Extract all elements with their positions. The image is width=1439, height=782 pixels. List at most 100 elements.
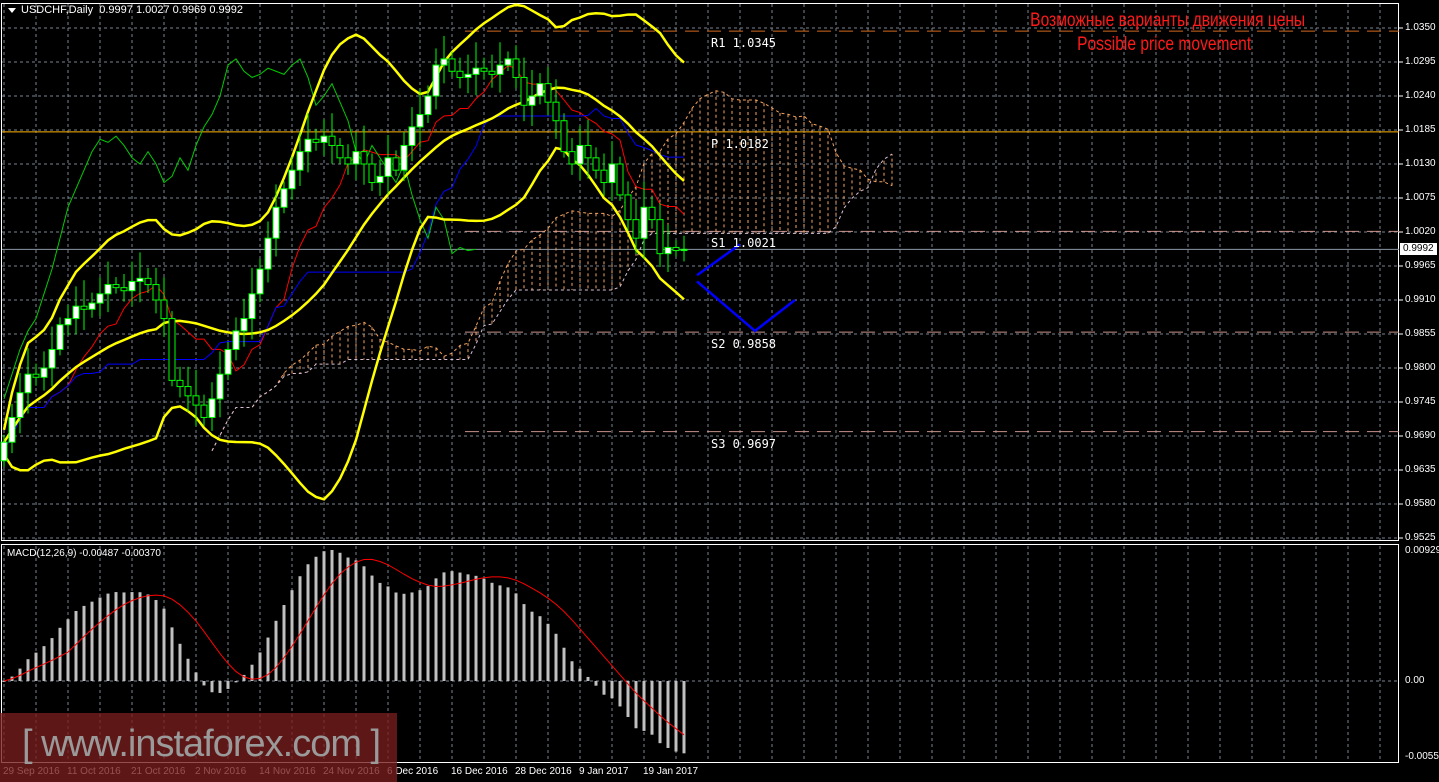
- macd-histogram-bar: [114, 592, 118, 681]
- candle-body: [272, 206, 280, 239]
- date-tick-label: 9 Jan 2017: [579, 766, 629, 777]
- date-tick-label: 16 Dec 2016: [451, 766, 508, 777]
- macd-histogram-bar: [138, 592, 142, 681]
- macd-histogram-bar: [514, 593, 518, 681]
- macd-histogram-bar: [458, 572, 462, 681]
- macd-histogram-bar: [346, 557, 350, 681]
- candle-body: [120, 287, 128, 292]
- candle-body: [440, 58, 448, 66]
- macd-histogram-bar: [26, 659, 30, 681]
- macd-histogram-bar: [394, 592, 398, 681]
- macd-histogram-bar: [66, 619, 70, 681]
- macd-histogram-bar: [106, 593, 110, 681]
- annotation-ru: Возможные варианты движения цены: [1030, 10, 1306, 31]
- chart-header: USDCHF,Daily 0.9997 1.0027 0.9969 0.9992: [8, 4, 243, 16]
- candle-body: [88, 302, 96, 310]
- candle-body: [520, 76, 528, 106]
- watermark: [ www.instaforex.com ]: [0, 713, 397, 782]
- macd-histogram-bar: [410, 592, 414, 681]
- pivot-label: S3 0.9697: [711, 436, 777, 451]
- price-tick-label: 1.0350: [1405, 22, 1436, 33]
- candle-body: [408, 126, 416, 146]
- candle-body: [552, 101, 560, 122]
- macd-histogram-bar: [434, 578, 438, 681]
- pivot-label: R1 1.0345: [711, 36, 777, 51]
- senkou-span-a: [211, 90, 893, 451]
- macd-histogram-bar: [522, 604, 526, 681]
- macd-histogram-bar: [186, 658, 190, 681]
- candle-body: [392, 157, 400, 171]
- macd-histogram-bar: [178, 643, 182, 681]
- macd-histogram-bar: [162, 608, 166, 681]
- candle-body: [456, 70, 464, 78]
- chart-canvas[interactable]: [0, 0, 1439, 782]
- macd-histogram-bar: [530, 611, 534, 681]
- candle-body: [664, 246, 672, 255]
- date-tick-label: 28 Dec 2016: [515, 766, 572, 777]
- dropdown-triangle-icon[interactable]: [8, 7, 16, 13]
- macd-histogram-bar: [130, 592, 134, 681]
- candle-body: [576, 144, 584, 165]
- macd-histogram-bar: [482, 578, 486, 681]
- macd-histogram-bar: [474, 575, 478, 681]
- candle-body: [504, 58, 512, 66]
- macd-histogram-bar: [682, 681, 686, 754]
- candle-body: [280, 188, 288, 208]
- macd-histogram-bar: [578, 668, 582, 681]
- candle-body: [472, 67, 480, 75]
- candle-body: [512, 58, 520, 78]
- candle-body: [216, 373, 224, 400]
- candle-body: [112, 284, 120, 289]
- date-tick-label: 19 Jan 2017: [643, 766, 699, 777]
- candle-body: [608, 163, 616, 184]
- candle-body: [296, 151, 304, 171]
- candle-body: [528, 95, 536, 106]
- candle-body: [328, 135, 336, 146]
- candle-body: [632, 219, 640, 239]
- candle-body: [616, 163, 624, 196]
- price-tick-label: 1.0295: [1405, 56, 1436, 67]
- macd-histogram-bar: [490, 582, 494, 681]
- bollinger-middle: [2, 86, 685, 443]
- macd-histogram-bar: [506, 587, 510, 681]
- candle-body: [672, 246, 680, 252]
- macd-histogram-bar: [634, 681, 638, 729]
- macd-histogram-bar: [554, 633, 558, 681]
- macd-histogram-bar: [146, 594, 150, 681]
- tenkan-sen-line: [3, 65, 685, 451]
- candle-body: [248, 293, 256, 320]
- macd-histogram-bar: [354, 560, 358, 681]
- candle-body: [96, 293, 104, 304]
- macd-histogram-bar: [442, 572, 446, 681]
- macd-histogram-bar: [290, 590, 294, 681]
- price-tick-label: 0.9965: [1405, 260, 1436, 271]
- candle-body: [64, 318, 72, 326]
- macd-histogram-bar: [82, 605, 86, 681]
- macd-histogram-bar: [274, 620, 278, 681]
- macd-histogram-bar: [386, 586, 390, 681]
- symbol-label: USDCHF,Daily: [21, 4, 94, 16]
- chikou-span-line: [3, 58, 477, 400]
- candle-body: [432, 64, 440, 97]
- macd-histogram-bar: [562, 647, 566, 681]
- candle-body: [560, 120, 568, 153]
- macd-histogram-bar: [402, 593, 406, 681]
- candle-body: [544, 83, 552, 103]
- price-tick-label: 0.9690: [1405, 430, 1436, 441]
- candle-body: [168, 318, 176, 381]
- bollinger-lower: [2, 146, 685, 501]
- macd-histogram-bar: [362, 566, 366, 681]
- ohlc-values: 0.9997 1.0027 0.9969 0.9992: [99, 4, 243, 16]
- macd-histogram-bar: [418, 590, 422, 681]
- price-tick-label: 1.0185: [1405, 124, 1436, 135]
- candle-body: [352, 151, 360, 165]
- macd-histogram-bar: [586, 676, 590, 681]
- pivot-label: P 1.0182: [711, 136, 769, 151]
- candle-body: [568, 151, 576, 165]
- projection-down-line: [696, 280, 796, 333]
- macd-label: MACD(12,26,9) -0.00487 -0.00370: [7, 548, 161, 559]
- candle-body: [160, 299, 168, 320]
- macd-histogram-bar: [594, 681, 598, 686]
- candle-body: [416, 114, 424, 128]
- candle-body: [72, 305, 80, 320]
